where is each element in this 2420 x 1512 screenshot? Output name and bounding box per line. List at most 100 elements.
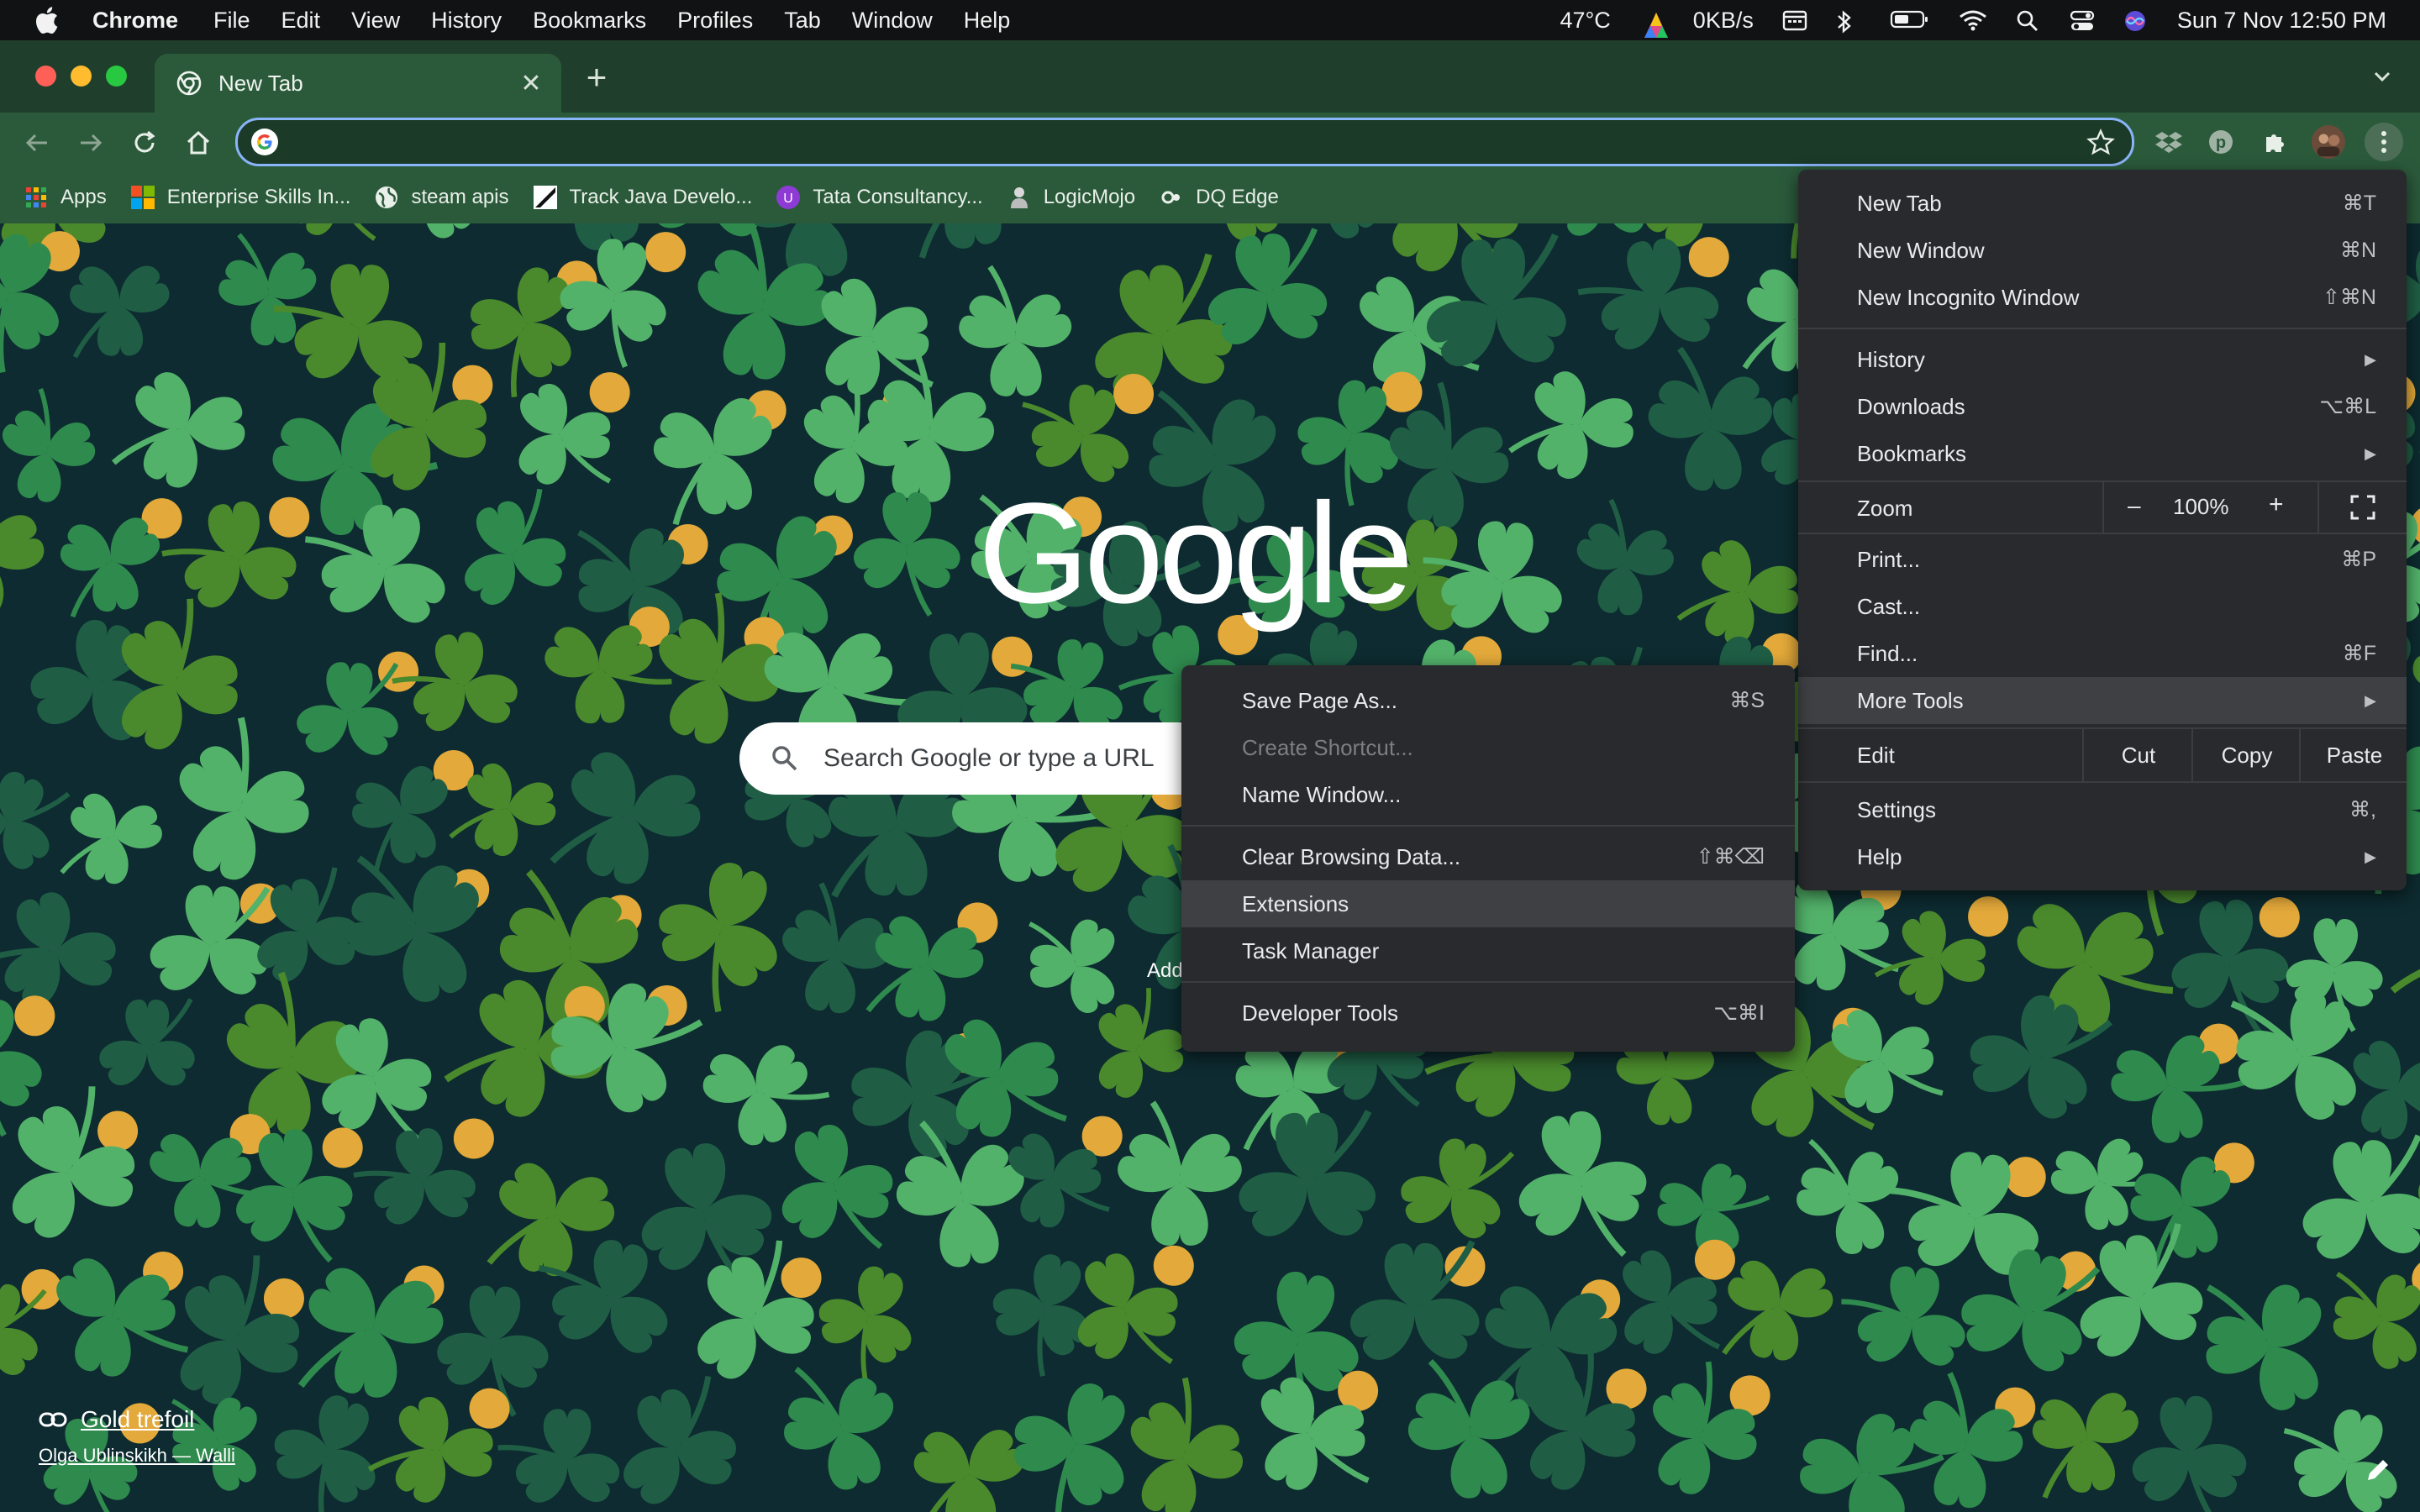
menu-bookmarks[interactable]: Bookmarks — [533, 8, 646, 34]
add-shortcut-label[interactable]: Add — [1147, 959, 1183, 983]
tab-search-chevron-down-icon[interactable] — [2370, 64, 2395, 89]
menu-edit[interactable]: Edit — [281, 8, 321, 34]
menu-profiles[interactable]: Profiles — [677, 8, 753, 34]
zoom-level: 100% — [2173, 494, 2229, 519]
menu-task-manager[interactable]: Task Manager — [1181, 927, 1795, 974]
zoom-out-button[interactable]: – — [2128, 492, 2141, 519]
network-speed-status[interactable]: 0KB/s — [1693, 8, 1754, 34]
spotlight-search-icon[interactable] — [2016, 9, 2041, 31]
menu-label: Find... — [1857, 640, 1918, 666]
globe-icon — [374, 185, 399, 210]
menu-label: Cast... — [1857, 593, 1921, 619]
menu-tab[interactable]: Tab — [784, 8, 821, 34]
menu-clear-browsing-data[interactable]: Clear Browsing Data... ⇧⌘⌫ — [1181, 833, 1795, 880]
menu-name-window[interactable]: Name Window... — [1181, 771, 1795, 818]
home-icon[interactable] — [182, 126, 215, 160]
back-arrow-icon[interactable] — [20, 126, 54, 160]
colorful-app-icon[interactable] — [1639, 9, 1668, 38]
menu-new-window[interactable]: New Window ⌘N — [1798, 227, 2407, 274]
bookmark-logicmojo[interactable]: LogicMojo — [1007, 185, 1135, 210]
chrome-menu-kebab-icon[interactable] — [2365, 123, 2403, 161]
ntp-search-box[interactable]: Search Google or type a URL — [739, 722, 1210, 795]
menu-label: New Tab — [1857, 190, 1942, 216]
address-input[interactable] — [290, 128, 2086, 156]
menu-new-tab[interactable]: New Tab ⌘T — [1798, 180, 2407, 227]
battery-icon[interactable] — [1890, 9, 1930, 31]
menu-shortcut: ⌘, — [2349, 798, 2376, 822]
menu-app-chrome[interactable]: Chrome — [92, 8, 178, 34]
apple-logo-icon[interactable] — [0, 6, 92, 34]
control-center-icon[interactable] — [2070, 9, 2095, 31]
zoom-window-button[interactable] — [106, 66, 127, 87]
attribution-author[interactable]: Olga Ublinskikh — Walli — [39, 1445, 235, 1467]
chrome-main-menu: New Tab ⌘T New Window ⌘N New Incognito W… — [1798, 170, 2407, 890]
dq-icon — [1159, 185, 1184, 210]
menu-label: Edit — [1857, 743, 1895, 768]
menu-developer-tools[interactable]: Developer Tools ⌥⌘I — [1181, 990, 1795, 1037]
dropbox-extension-icon[interactable] — [2151, 124, 2186, 160]
customize-pencil-icon[interactable] — [2361, 1453, 2395, 1487]
bookmark-star-icon[interactable] — [2086, 128, 2115, 156]
menu-view[interactable]: View — [351, 8, 400, 34]
new-tab-plus-icon[interactable]: + — [580, 60, 613, 95]
menu-history[interactable]: History ▶ — [1798, 336, 2407, 383]
temperature-status[interactable]: 47°C — [1560, 8, 1610, 34]
minimize-window-button[interactable] — [71, 66, 92, 87]
bluetooth-icon[interactable] — [1836, 9, 1861, 34]
zoom-in-button[interactable]: + — [2269, 491, 2284, 519]
copy-button[interactable]: Copy — [2191, 729, 2301, 781]
reload-icon[interactable] — [128, 126, 161, 160]
bookmark-steam-apis[interactable]: steam apis — [374, 185, 509, 210]
tab-new-tab[interactable]: New Tab ✕ — [155, 54, 561, 113]
menu-find[interactable]: Find... ⌘F — [1798, 630, 2407, 677]
menu-window[interactable]: Window — [852, 8, 933, 34]
menu-bookmarks[interactable]: Bookmarks ▶ — [1798, 430, 2407, 477]
siri-icon[interactable] — [2123, 9, 2149, 31]
tab-strip: New Tab ✕ + — [0, 40, 2420, 113]
bookmark-track-java[interactable]: Track Java Develo... — [533, 185, 752, 210]
browser-toolbar: p — [0, 113, 2420, 171]
bookmark-enterprise-skills[interactable]: Enterprise Skills In... — [130, 185, 350, 210]
menu-shortcut: ⌘S — [1729, 689, 1765, 712]
wifi-icon[interactable] — [1959, 9, 1987, 31]
menu-downloads[interactable]: Downloads ⌥⌘L — [1798, 383, 2407, 430]
menu-extensions[interactable]: Extensions — [1181, 880, 1795, 927]
menu-label: Extensions — [1242, 890, 1349, 916]
menu-save-page-as[interactable]: Save Page As... ⌘S — [1181, 677, 1795, 724]
macos-menu-bar: Chrome File Edit View History Bookmarks … — [0, 0, 2420, 40]
attribution-title: Gold trefoil — [81, 1406, 195, 1432]
forward-arrow-icon[interactable] — [74, 126, 108, 160]
more-tools-submenu: Save Page As... ⌘S Create Shortcut... Na… — [1181, 665, 1795, 1052]
calendar-menubar-icon[interactable] — [1782, 9, 1807, 31]
fullscreen-icon[interactable] — [2349, 494, 2376, 521]
close-window-button[interactable] — [35, 66, 56, 87]
bookmark-dq-edge[interactable]: DQ Edge — [1159, 185, 1279, 210]
bookmark-tata-consultancy[interactable]: U Tata Consultancy... — [776, 185, 983, 210]
profile-avatar[interactable] — [2311, 124, 2346, 160]
menu-label: New Window — [1857, 237, 1985, 263]
paste-button[interactable]: Paste — [2299, 729, 2408, 781]
menu-divider — [1798, 533, 2407, 534]
menu-new-incognito-window[interactable]: New Incognito Window ⇧⌘N — [1798, 274, 2407, 321]
menu-cast[interactable]: Cast... — [1798, 583, 2407, 630]
menubar-clock[interactable]: Sun 7 Nov 12:50 PM — [2177, 8, 2386, 34]
menu-help[interactable]: Help ▶ — [1798, 833, 2407, 880]
menu-label: Save Page As... — [1242, 687, 1398, 713]
bookmark-label: steam apis — [411, 186, 509, 208]
attribution-link[interactable]: Gold trefoil — [39, 1406, 235, 1433]
close-tab-icon[interactable]: ✕ — [514, 69, 548, 98]
menu-settings[interactable]: Settings ⌘, — [1798, 786, 2407, 833]
menu-edit-row: Edit Cut Copy Paste — [1798, 729, 2407, 781]
menu-file[interactable]: File — [213, 8, 250, 34]
bookmark-apps[interactable]: Apps — [24, 185, 107, 210]
menu-print[interactable]: Print... ⌘P — [1798, 536, 2407, 583]
menu-label: Task Manager — [1242, 937, 1380, 963]
menu-history[interactable]: History — [431, 8, 502, 34]
extensions-puzzle-icon[interactable] — [2257, 124, 2292, 160]
menu-help[interactable]: Help — [964, 8, 1011, 34]
menu-more-tools[interactable]: More Tools ▶ — [1798, 677, 2407, 724]
cut-button[interactable]: Cut — [2082, 729, 2193, 781]
address-bar[interactable] — [235, 118, 2134, 166]
menu-divider — [1798, 781, 2407, 783]
pinterest-extension-icon[interactable]: p — [2203, 124, 2238, 160]
